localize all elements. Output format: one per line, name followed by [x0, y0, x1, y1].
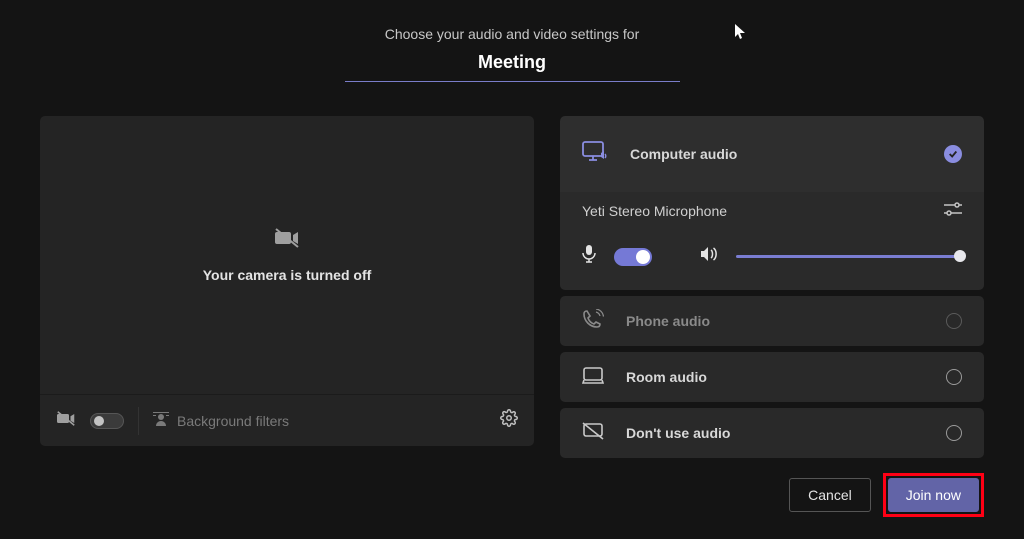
room-audio-icon: [582, 366, 604, 389]
audio-option-room-label: Room audio: [626, 369, 707, 385]
audio-option-none[interactable]: Don't use audio: [560, 408, 984, 458]
selected-mic-device: Yeti Stereo Microphone: [582, 203, 727, 219]
footer-actions: Cancel Join now: [789, 473, 984, 517]
audio-option-computer-label: Computer audio: [630, 146, 737, 162]
radio-unchecked: [946, 313, 962, 329]
radio-unchecked: [946, 369, 962, 385]
video-settings-button[interactable]: [500, 409, 518, 432]
volume-slider[interactable]: [736, 255, 962, 258]
audio-option-none-label: Don't use audio: [626, 425, 730, 441]
device-settings-button[interactable]: [944, 202, 962, 219]
audio-options-panel: Computer audio Yeti Stereo Microphone: [560, 116, 984, 458]
video-preview: Your camera is turned off: [40, 116, 534, 394]
video-preview-panel: Your camera is turned off Background fil…: [40, 116, 534, 446]
radio-unchecked: [946, 425, 962, 441]
header-subtitle: Choose your audio and video settings for: [0, 26, 1024, 42]
phone-audio-icon: [582, 309, 604, 334]
video-controls-bar: Background filters: [40, 394, 534, 446]
selected-check-icon: [944, 145, 962, 163]
cancel-button[interactable]: Cancel: [789, 478, 871, 512]
join-now-button[interactable]: Join now: [888, 478, 979, 512]
background-effects-icon: [153, 411, 169, 430]
computer-audio-icon: [582, 141, 608, 168]
camera-off-text: Your camera is turned off: [203, 267, 372, 283]
camera-off-icon: [275, 228, 299, 253]
audio-option-computer[interactable]: Computer audio: [560, 116, 984, 192]
audio-option-phone-label: Phone audio: [626, 313, 710, 329]
camera-toggle[interactable]: [90, 413, 124, 429]
background-filters-label: Background filters: [177, 413, 289, 429]
mic-toggle[interactable]: [614, 248, 652, 266]
camera-toggle-icon: [56, 411, 76, 431]
audio-option-phone[interactable]: Phone audio: [560, 296, 984, 346]
background-filters-button[interactable]: Background filters: [153, 411, 289, 430]
no-audio-icon: [582, 422, 604, 445]
speaker-icon: [700, 246, 718, 267]
computer-audio-settings: Yeti Stereo Microphone: [560, 192, 984, 290]
divider: [138, 407, 139, 435]
audio-option-room[interactable]: Room audio: [560, 352, 984, 402]
mic-icon: [582, 245, 596, 268]
meeting-title-field[interactable]: Meeting: [345, 52, 680, 82]
join-now-highlight: Join now: [883, 473, 984, 517]
meeting-title: Meeting: [345, 52, 680, 81]
mouse-cursor-icon: [735, 24, 747, 45]
